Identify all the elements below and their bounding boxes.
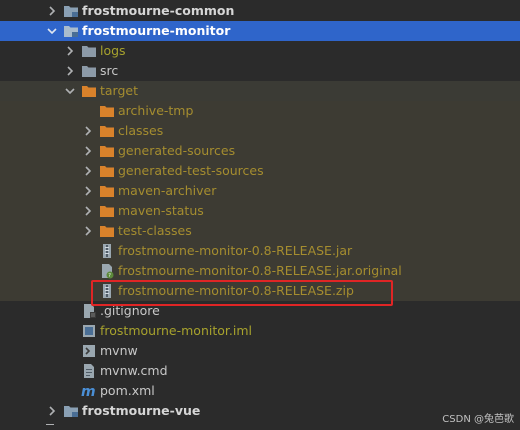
- excluded-folder-icon: [99, 203, 115, 219]
- tree-row-test-classes[interactable]: test-classes: [0, 221, 520, 241]
- svg-text:?: ?: [108, 273, 111, 279]
- chevron-right-icon[interactable]: [82, 125, 94, 137]
- svg-text:m: m: [81, 384, 96, 399]
- chevron-right-icon[interactable]: [64, 45, 76, 57]
- tree-row-generated-test-sources[interactable]: generated-test-sources: [0, 161, 520, 181]
- chevron-right-icon[interactable]: [46, 405, 58, 417]
- tree-row-generated-sources[interactable]: generated-sources: [0, 141, 520, 161]
- chevron-down-icon[interactable]: [64, 85, 76, 97]
- tree-row-src[interactable]: src: [0, 61, 520, 81]
- module-folder-icon: [63, 403, 79, 419]
- tree-row-mvnw-cmd[interactable]: mvnw.cmd: [0, 361, 520, 381]
- chevron-right-icon[interactable]: [82, 145, 94, 157]
- tree-row-logs[interactable]: logs: [0, 41, 520, 61]
- tree-item-label: frostmourne-monitor-0.8-RELEASE.jar.orig…: [118, 263, 402, 278]
- tree-item-label: frostmourne-vue: [82, 403, 201, 418]
- tree-item-label: test-classes: [118, 223, 192, 238]
- module-folder-icon: [63, 3, 79, 19]
- tree-row-archive-tmp[interactable]: archive-tmp: [0, 101, 520, 121]
- tree-item-label: target: [100, 83, 139, 98]
- chevron-down-icon[interactable]: [46, 25, 58, 37]
- tree-row-iml[interactable]: frostmourne-monitor.iml: [0, 321, 520, 341]
- tree-item-label: frostmourne-common: [82, 3, 235, 18]
- excluded-folder-icon: [99, 183, 115, 199]
- tree-row-target[interactable]: target: [0, 81, 520, 101]
- excluded-folder-icon: [99, 223, 115, 239]
- chevron-right-icon[interactable]: [82, 205, 94, 217]
- module-file-icon: [81, 323, 97, 339]
- chevron-right-icon[interactable]: [82, 225, 94, 237]
- tree-item-label: frostmourne-monitor: [82, 23, 231, 38]
- tree-row-maven-status[interactable]: maven-status: [0, 201, 520, 221]
- tree-item-label: mvnw: [100, 343, 138, 358]
- tree-row-frostmourne-monitor[interactable]: frostmourne-monitor: [0, 21, 520, 41]
- tree-row-pom[interactable]: m pom.xml: [0, 381, 520, 401]
- excluded-folder-icon: [99, 163, 115, 179]
- watermark: CSDN @兔芭歌: [442, 414, 514, 425]
- tree-item-label: pom.xml: [100, 383, 155, 398]
- chevron-right-icon[interactable]: [82, 185, 94, 197]
- tree-item-label: frostmourne-monitor.iml: [100, 323, 252, 338]
- tree-row-mvnw[interactable]: mvnw: [0, 341, 520, 361]
- tree-item-label: archive-tmp: [118, 103, 194, 118]
- highlight-annotation-box: [91, 280, 393, 306]
- tree-item-label: maven-status: [118, 203, 204, 218]
- tree-item-label: frostmourne-monitor-0.8-RELEASE.jar: [118, 243, 353, 258]
- chevron-right-icon: [46, 424, 54, 430]
- excluded-folder-icon: [99, 123, 115, 139]
- excluded-folder-icon: [81, 83, 97, 99]
- tree-row-classes[interactable]: classes: [0, 121, 520, 141]
- folder-icon: [81, 43, 97, 59]
- module-folder-icon: [63, 23, 79, 39]
- tree-item-label: logs: [100, 43, 126, 58]
- tree-row-jar-original[interactable]: ? frostmourne-monitor-0.8-RELEASE.jar.or…: [0, 261, 520, 281]
- chevron-right-icon[interactable]: [46, 5, 58, 17]
- terminal-script-icon: [81, 343, 97, 359]
- tree-item-label: maven-archiver: [118, 183, 217, 198]
- tree-item-label: mvnw.cmd: [100, 363, 168, 378]
- tree-row-jar[interactable]: frostmourne-monitor-0.8-RELEASE.jar: [0, 241, 520, 261]
- tree-item-label: classes: [118, 123, 164, 138]
- text-file-icon: [81, 363, 97, 379]
- tree-item-label: generated-sources: [118, 143, 236, 158]
- tree-row-maven-archiver[interactable]: maven-archiver: [0, 181, 520, 201]
- archive-icon: [99, 243, 115, 259]
- folder-icon: [81, 63, 97, 79]
- maven-icon: m: [81, 383, 97, 399]
- unknown-file-icon: ?: [99, 263, 115, 279]
- tree-row-frostmourne-common[interactable]: frostmourne-common: [0, 1, 520, 21]
- chevron-right-icon[interactable]: [82, 165, 94, 177]
- excluded-folder-icon: [99, 103, 115, 119]
- tree-item-label: src: [100, 63, 119, 78]
- chevron-right-icon[interactable]: [64, 65, 76, 77]
- tree-item-label: generated-test-sources: [118, 163, 264, 178]
- excluded-folder-icon: [99, 143, 115, 159]
